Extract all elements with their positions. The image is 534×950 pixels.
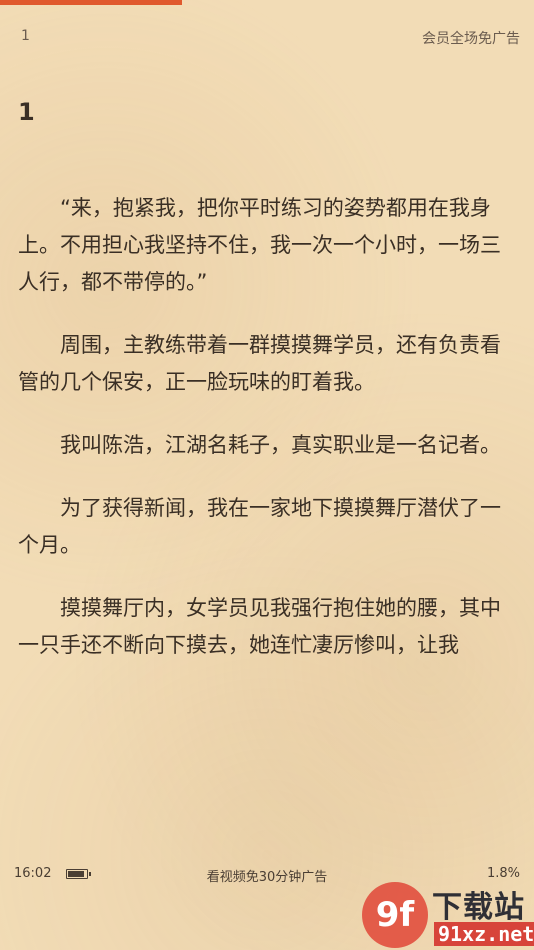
read-progress-percent: 1.8% (486, 866, 520, 881)
top-bar: 1 会员全场免广告 (0, 28, 534, 52)
watermark-logo-icon: 9f (362, 882, 428, 948)
paragraph: “来，抱紧我，把你平时练习的姿势都用在我身上。不用担心我坚持不住，我一次一个小时… (18, 196, 501, 294)
chapter-title: 1 (18, 98, 35, 126)
site-watermark: 9f 下载站 91xz.net (362, 882, 534, 948)
paragraph: 周围，主教练带着一群摸摸舞学员，还有负责看管的几个保安，正一脸玩味的盯着我。 (18, 333, 501, 394)
paragraph: 我叫陈浩，江湖名耗子，真实职业是一名记者。 (60, 433, 501, 457)
reading-content[interactable]: “来，抱紧我，把你平时练习的姿势都用在我身上。不用担心我坚持不住，我一次一个小时… (18, 190, 516, 690)
watermark-url: 91xz.net (434, 922, 534, 946)
vip-ad-free-link[interactable]: 会员全场免广告 (422, 28, 520, 48)
chapter-indicator: 1 (21, 28, 30, 44)
reading-progress-bar (0, 0, 534, 5)
watermark-title: 下载站 (432, 890, 525, 925)
paragraph: 为了获得新闻，我在一家地下摸摸舞厅潜伏了一个月。 (18, 496, 501, 557)
paragraph: 摸摸舞厅内，女学员见我强行抱住她的腰，其中一只手还不断向下摸去，她连忙凄厉惨叫，… (18, 596, 501, 657)
reading-progress-fill (0, 0, 182, 5)
